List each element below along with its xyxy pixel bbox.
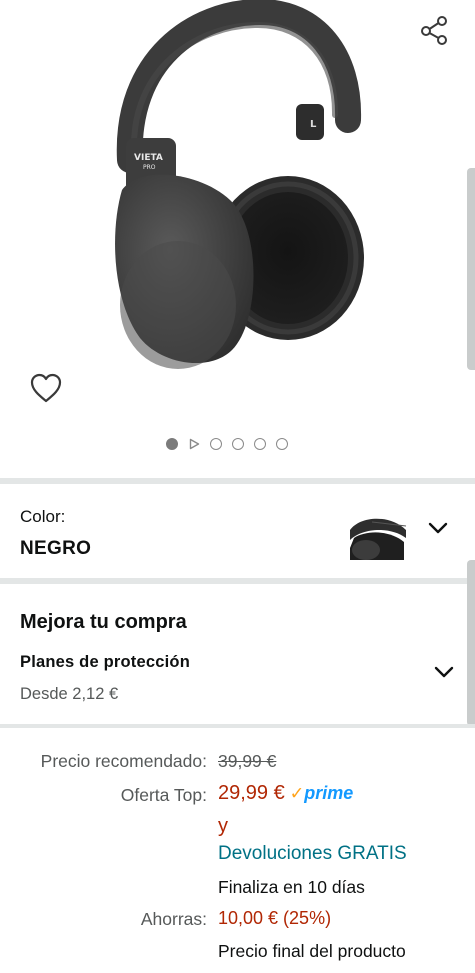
carousel-dot-active[interactable] (166, 438, 178, 450)
share-icon[interactable] (418, 14, 450, 46)
scrollbar-thumb[interactable] (467, 168, 475, 370)
video-play-icon[interactable] (188, 438, 200, 450)
carousel-dot[interactable] (232, 438, 244, 450)
price-details: Precio recomendado: 39,99 € Oferta Top: … (0, 734, 475, 973)
image-carousel-indicator[interactable] (166, 436, 316, 452)
heart-outline-icon[interactable] (29, 372, 63, 404)
prime-check-icon: ✓ (289, 783, 305, 803)
product-image-headphones[interactable]: L VIETA PRO (100, 0, 375, 390)
color-selector[interactable]: Color: NEGRO (0, 484, 475, 578)
section-divider (0, 724, 475, 728)
prime-badge: prime (304, 783, 354, 803)
carousel-dot[interactable] (210, 438, 222, 450)
color-label: Color: (20, 507, 66, 526)
deal-price-label: Oferta Top: (120, 785, 207, 805)
protection-plans-label[interactable]: Planes de protección (20, 653, 190, 672)
color-swatch-thumbnail[interactable] (346, 508, 408, 560)
upgrade-purchase-section: Mejora tu compra Planes de protección De… (0, 584, 475, 724)
upgrade-title: Mejora tu compra (20, 611, 187, 633)
svg-text:L: L (310, 119, 317, 130)
color-value: NEGRO (20, 538, 92, 559)
list-price-value: 39,99 € (218, 751, 277, 771)
protection-plans-price: Desde 2,12 € (20, 685, 119, 703)
savings-value: 10,00 € (25%) (218, 908, 332, 928)
chevron-down-icon[interactable] (427, 521, 449, 535)
final-price-note: Precio final del producto (218, 941, 406, 961)
carousel-dot[interactable] (276, 438, 288, 450)
deal-price-row: 29,99 € ✓prime (218, 782, 353, 805)
scrollbar-thumb[interactable] (467, 560, 475, 726)
svg-text:VIETA: VIETA (134, 153, 163, 163)
free-returns-link[interactable]: Devoluciones GRATIS (218, 843, 407, 865)
and-text: y (218, 815, 228, 837)
savings-label: Ahorras: (140, 909, 207, 929)
list-price-label: Precio recomendado: (40, 751, 207, 771)
chevron-down-icon[interactable] (433, 665, 455, 679)
product-image-gallery[interactable]: L VIETA PRO (0, 0, 475, 478)
deal-ends-text: Finaliza en 10 días (218, 877, 365, 897)
carousel-dot[interactable] (254, 438, 266, 450)
deal-price-value: 29,99 € (218, 782, 285, 804)
svg-text:PRO: PRO (143, 164, 156, 171)
